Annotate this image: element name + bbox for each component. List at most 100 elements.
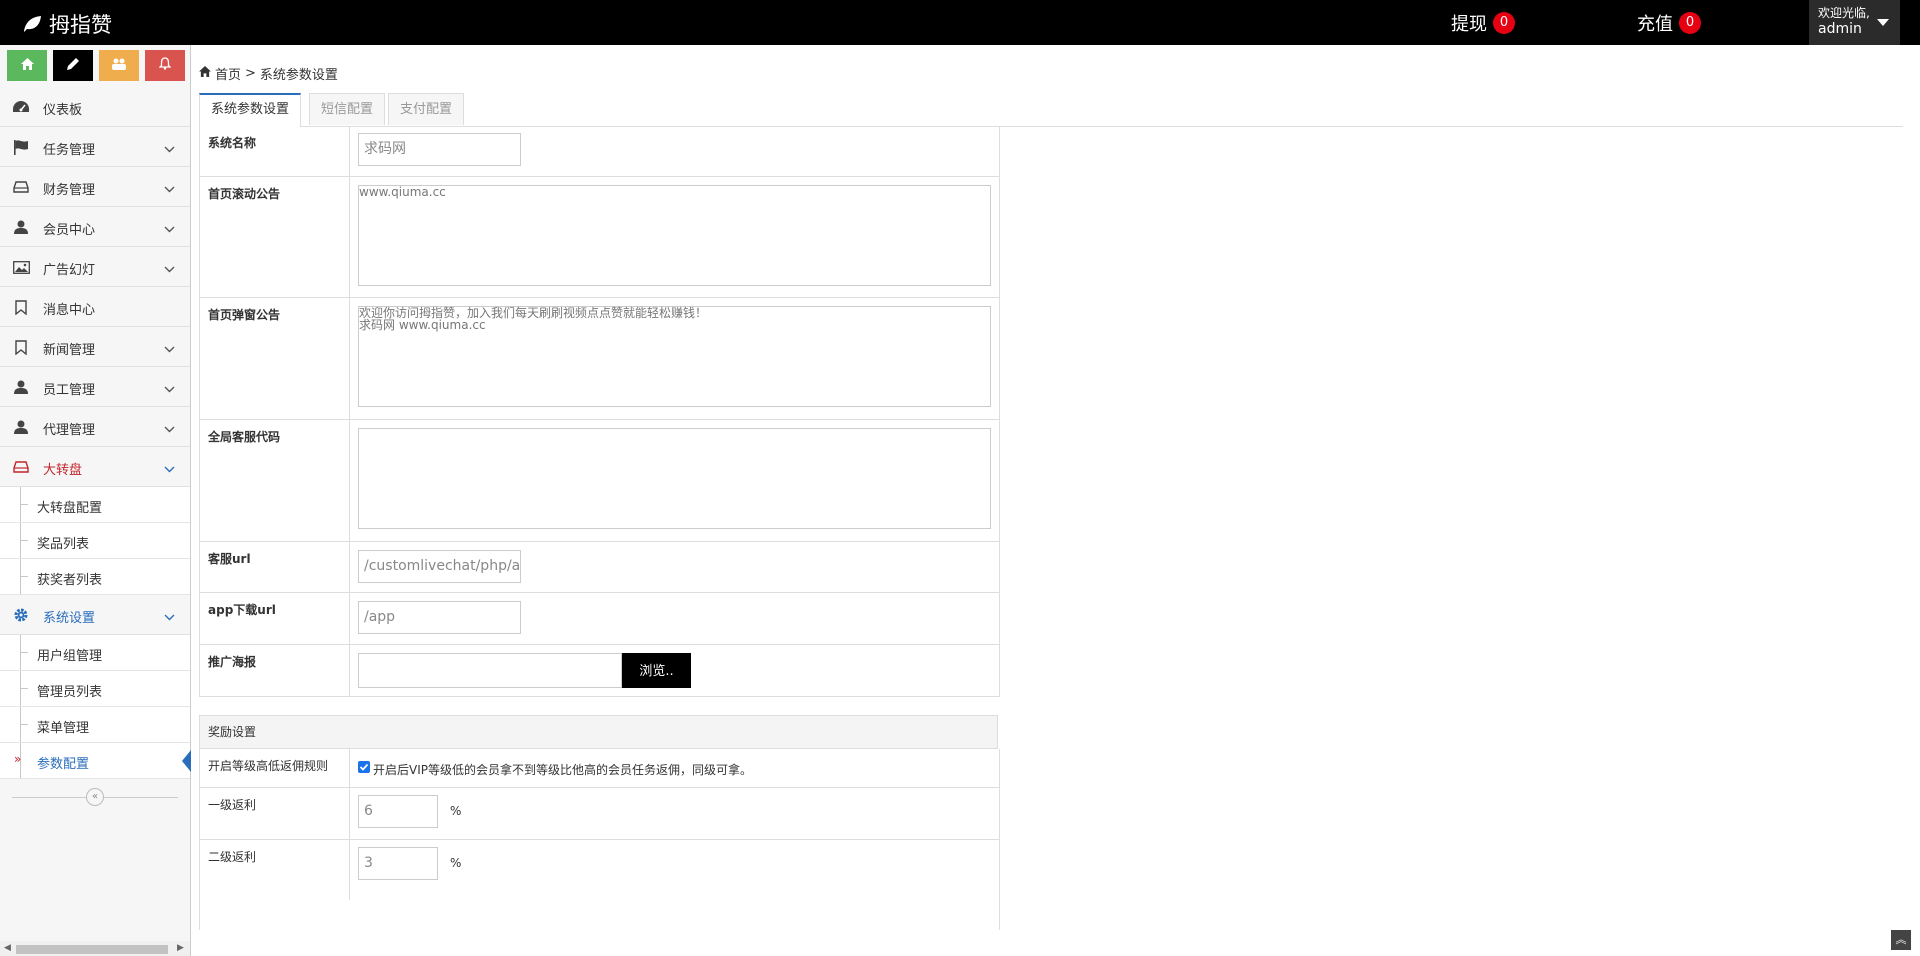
rebate-rule-checkbox[interactable]	[358, 761, 370, 773]
sidebar-item-label: 新闻管理	[43, 343, 96, 358]
recharge-link[interactable]: 充值 0	[1637, 10, 1701, 36]
sidebar-item-members[interactable]: 会员中心	[0, 207, 190, 247]
shortcut-edit-button[interactable]	[53, 50, 93, 81]
withdraw-label: 提现	[1451, 14, 1487, 35]
users-icon	[112, 58, 126, 74]
form-row-scroll-notice: 首页滚动公告 www.qiuma.cc	[200, 177, 999, 298]
service-code-textarea[interactable]	[358, 428, 991, 529]
sidebar-horizontal-scrollbar[interactable]: ◀ ▶	[0, 941, 190, 956]
recharge-label: 充值	[1637, 14, 1673, 35]
sidebar-subitem-label: 大转盘配置	[37, 501, 103, 516]
form-row-level2-rebate: 二级返利 3 %	[200, 840, 999, 900]
sidebar-subitem-label: 用户组管理	[37, 649, 103, 664]
sidebar-subitem-user-groups[interactable]: 用户组管理	[0, 635, 190, 671]
sidebar-item-finance[interactable]: 财务管理	[0, 167, 190, 207]
level2-rebate-input[interactable]: 3	[358, 847, 438, 880]
sidebar-item-staff[interactable]: 员工管理	[0, 367, 190, 407]
back-to-top-button[interactable]: ︽	[1891, 930, 1911, 950]
double-chevron-up-icon: ︽	[1895, 933, 1907, 946]
sidebar-item-system-settings[interactable]: 系统设置	[0, 595, 190, 635]
chevron-down-icon	[164, 382, 175, 397]
chevron-down-icon	[164, 142, 175, 157]
site-name-input[interactable]: 求码网	[358, 133, 521, 166]
sidebar-collapse: «	[0, 780, 190, 816]
breadcrumb-home-link[interactable]: 首页	[215, 64, 241, 83]
form-row-service-url: 客服url /customlivechat/php/a	[200, 542, 999, 593]
double-chevron-right-icon: »	[14, 752, 22, 766]
sidebar-item-label: 财务管理	[43, 183, 96, 198]
scroll-notice-textarea[interactable]: www.qiuma.cc	[358, 185, 991, 286]
sidebar-item-label: 消息中心	[43, 303, 96, 318]
sidebar-item-label: 仪表板	[43, 103, 83, 118]
brand-name: 拇指赞	[49, 13, 112, 37]
tab-bar: 系统参数设置 短信配置 支付配置	[199, 93, 1903, 127]
sidebar: 仪表板 任务管理 财务管理 会员中心 广告幻灯 消息中心 新闻管理 员工管理 代…	[0, 45, 191, 956]
tree-line	[20, 652, 28, 653]
tab-sms-config[interactable]: 短信配置	[309, 93, 386, 125]
chevron-down-icon	[164, 342, 175, 357]
welcome-text: 欢迎光临,	[1818, 6, 1870, 20]
user-menu[interactable]: 欢迎光临, admin	[1809, 0, 1900, 45]
form-row-site-name: 系统名称 求码网	[200, 126, 999, 177]
tab-payment-config[interactable]: 支付配置	[388, 93, 465, 125]
sidebar-subitem-winner-list[interactable]: 获奖者列表	[0, 559, 190, 595]
sidebar-item-tasks[interactable]: 任务管理	[0, 127, 190, 167]
sidebar-subitem-label: 参数配置	[37, 757, 90, 772]
tab-system-params[interactable]: 系统参数设置	[199, 93, 302, 127]
shortcut-home-button[interactable]	[7, 50, 47, 81]
sidebar-subitem-parameter-config[interactable]: » 参数配置	[0, 743, 191, 779]
bell-icon	[158, 57, 172, 74]
chevron-down-icon	[164, 610, 175, 625]
popup-notice-label: 首页弹窗公告	[200, 298, 350, 419]
shortcut-bell-button[interactable]	[145, 50, 185, 81]
form-row-rebate-rule: 开启等级高低返佣规则 开启后VIP等级低的会员拿不到等级比他高的会员任务返佣，同…	[200, 749, 999, 788]
shortcut-bar	[7, 50, 185, 81]
sidebar-item-dashboard[interactable]: 仪表板	[0, 87, 190, 127]
sidebar-subitem-label: 获奖者列表	[37, 573, 103, 588]
bookmark-icon	[12, 299, 30, 315]
sidebar-item-label: 代理管理	[43, 423, 96, 438]
collapse-sidebar-button[interactable]: «	[86, 788, 104, 806]
sidebar-item-agents[interactable]: 代理管理	[0, 407, 190, 447]
rebate-rule-label: 开启等级高低返佣规则	[200, 749, 350, 787]
pencil-icon	[67, 57, 79, 74]
level1-rebate-input[interactable]: 6	[358, 795, 438, 828]
popup-notice-textarea[interactable]: 欢迎你访问拇指赞，加入我们每天刷刷视频点点赞就能轻松赚钱！ 求码网 www.qi…	[358, 306, 991, 407]
sidebar-item-messages[interactable]: 消息中心	[0, 287, 190, 327]
sidebar-item-ads[interactable]: 广告幻灯	[0, 247, 190, 287]
form-row-popup-notice: 首页弹窗公告 欢迎你访问拇指赞，加入我们每天刷刷视频点点赞就能轻松赚钱！ 求码网…	[200, 298, 999, 420]
sidebar-item-label: 广告幻灯	[43, 263, 96, 278]
scrollbar-thumb[interactable]	[16, 945, 168, 954]
sidebar-subitem-menu-management[interactable]: 菜单管理	[0, 707, 190, 743]
tree-line	[20, 540, 28, 541]
shortcut-users-button[interactable]	[99, 50, 139, 81]
reward-section-header: 奖励设置	[199, 715, 998, 749]
rebate-rule-text: 开启后VIP等级低的会员拿不到等级比他高的会员任务返佣，同级可拿。	[373, 763, 752, 777]
sidebar-subitem-admin-list[interactable]: 管理员列表	[0, 671, 190, 707]
scroll-right-icon[interactable]: ▶	[177, 943, 184, 953]
scroll-left-icon[interactable]: ◀	[4, 943, 11, 953]
chevron-down-icon	[164, 182, 175, 197]
sidebar-item-news[interactable]: 新闻管理	[0, 327, 190, 367]
withdraw-link[interactable]: 提现 0	[1451, 10, 1515, 36]
sidebar-item-label: 系统设置	[43, 611, 96, 626]
form-row-service-code: 全局客服代码	[200, 420, 999, 542]
service-url-label: 客服url	[200, 542, 350, 592]
service-url-input[interactable]: /customlivechat/php/a	[358, 550, 521, 583]
form-row-level1-rebate: 一级返利 6 %	[200, 788, 999, 840]
sidebar-subitem-wheel-config[interactable]: 大转盘配置	[0, 487, 190, 523]
user-icon	[12, 419, 30, 435]
sidebar-subitem-prize-list[interactable]: 奖品列表	[0, 523, 190, 559]
poster-file-input[interactable]	[358, 653, 622, 688]
double-chevron-left-icon: «	[91, 791, 99, 802]
brand[interactable]: 拇指赞	[22, 9, 112, 39]
user-icon	[12, 219, 30, 235]
sidebar-menu: 仪表板 任务管理 财务管理 会员中心 广告幻灯 消息中心 新闻管理 员工管理 代…	[0, 87, 191, 779]
browse-button[interactable]: 浏览..	[622, 653, 691, 688]
site-name-label: 系统名称	[200, 126, 350, 176]
service-code-label: 全局客服代码	[200, 420, 350, 541]
sidebar-item-lucky-wheel[interactable]: 大转盘	[0, 447, 190, 487]
app-url-input[interactable]: /app	[358, 601, 521, 634]
chevron-down-icon	[164, 222, 175, 237]
sidebar-item-label: 会员中心	[43, 223, 96, 238]
